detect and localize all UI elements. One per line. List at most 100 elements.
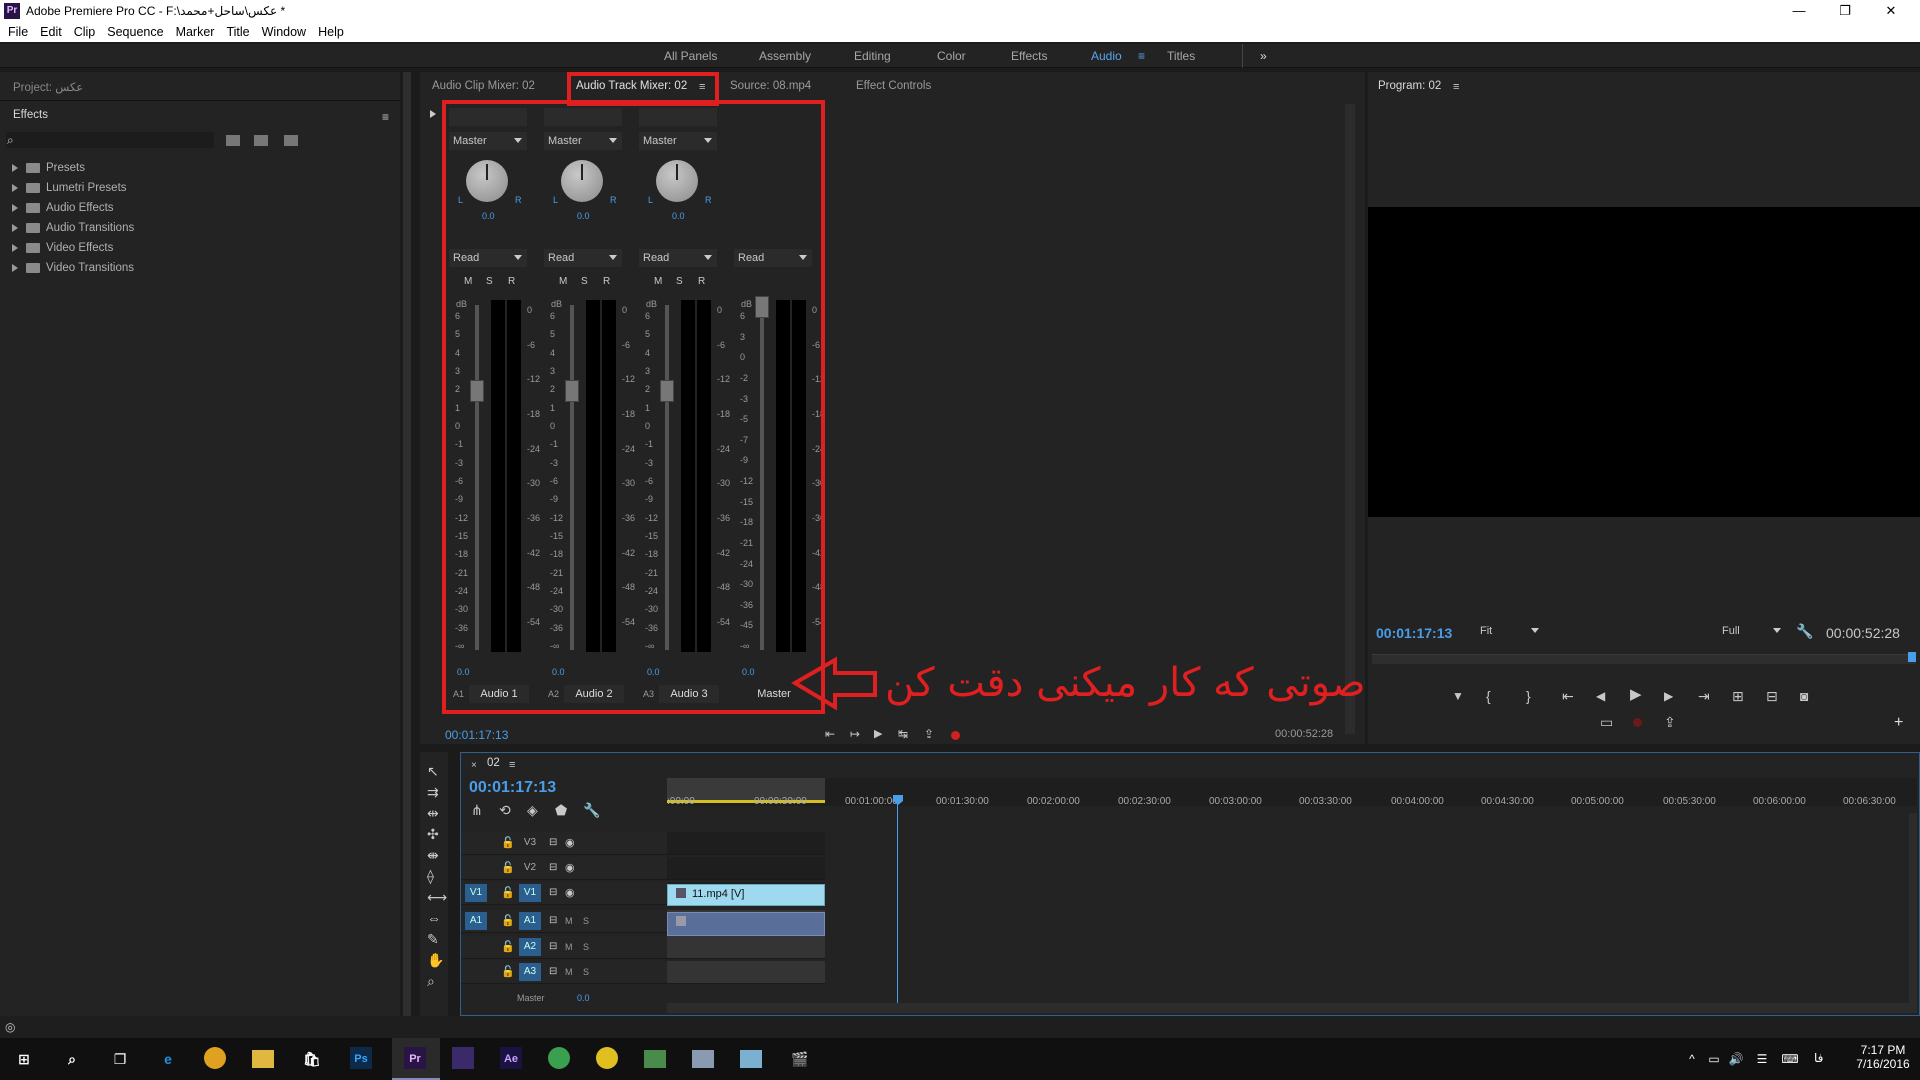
lock-icon[interactable]: 🔓 xyxy=(501,836,515,850)
eye-icon[interactable]: ◉ xyxy=(565,886,575,900)
tab-effect-controls[interactable]: Effect Controls xyxy=(856,80,931,92)
solo-button[interactable]: S xyxy=(581,276,588,287)
track-mute-button[interactable]: M xyxy=(565,942,573,952)
program-playhead[interactable] xyxy=(1908,652,1916,662)
sync-lock-icon[interactable]: ⊟ xyxy=(549,886,557,900)
workspace-titles[interactable]: Titles xyxy=(1167,49,1195,63)
app-window-icon[interactable] xyxy=(692,1050,714,1068)
menu-marker[interactable]: Marker xyxy=(170,22,221,42)
volume-fader[interactable] xyxy=(565,380,579,402)
effects-item-audio-effects[interactable]: Audio Effects xyxy=(12,202,114,214)
language-indicator[interactable]: فا xyxy=(1814,1051,1823,1065)
workspace-color[interactable]: Color xyxy=(937,49,966,63)
tab-source[interactable]: Source: 08.mp4 xyxy=(730,80,811,92)
timeline-menu-icon[interactable]: ≡ xyxy=(509,758,515,772)
source-patch-a1[interactable]: A1 xyxy=(465,912,487,930)
notification-icon[interactable]: ☰ xyxy=(1750,1047,1774,1071)
expand-triangle-icon[interactable] xyxy=(12,223,18,232)
eye-icon[interactable]: ◉ xyxy=(565,836,575,850)
play-stop-icon[interactable]: ▶ xyxy=(1630,687,1642,702)
volume-fader[interactable] xyxy=(470,380,484,402)
automation-mode-dropdown[interactable]: Read xyxy=(449,249,527,267)
timeline-horizontal-scrollbar[interactable] xyxy=(667,1003,1917,1013)
menu-edit[interactable]: Edit xyxy=(34,22,68,42)
track-name-field[interactable]: Audio 1 xyxy=(469,685,529,703)
file-explorer-icon[interactable] xyxy=(252,1050,274,1068)
timeline-timecode[interactable]: 00:01:17:13 xyxy=(469,779,556,797)
workspace-assembly[interactable]: Assembly xyxy=(759,49,811,63)
expand-triangle-icon[interactable] xyxy=(12,163,18,172)
snap-icon[interactable]: ⋔ xyxy=(471,803,483,817)
solo-button[interactable]: S xyxy=(676,276,683,287)
program-menu-icon[interactable]: ≡ xyxy=(1453,80,1459,94)
wrench-icon[interactable]: 🔧 xyxy=(1796,624,1813,638)
app-globe-icon[interactable] xyxy=(548,1047,570,1069)
empty-send-dropdown[interactable] xyxy=(544,108,622,126)
add-marker-timeline-icon[interactable]: ◈ xyxy=(527,803,538,817)
rate-stretch-tool-icon[interactable]: ⇼ xyxy=(427,848,439,862)
menu-window[interactable]: Window xyxy=(256,22,312,42)
volume-value[interactable]: 0.0 xyxy=(742,667,755,677)
marker-icon[interactable]: ⬟ xyxy=(555,803,567,817)
program-tab[interactable]: Program: 02 xyxy=(1378,80,1441,92)
track-target[interactable]: A1 xyxy=(519,912,541,930)
mixer-current-timecode[interactable]: 00:01:17:13 xyxy=(445,728,508,742)
effects-tab[interactable]: Effects xyxy=(13,109,48,121)
menu-help[interactable]: Help xyxy=(312,22,350,42)
extract-icon[interactable]: ⇪ xyxy=(1664,715,1676,729)
tab-menu-icon[interactable]: ≡ xyxy=(699,80,705,94)
linked-selection-icon[interactable]: ⟲ xyxy=(499,803,511,817)
go-to-in-icon[interactable]: ⇤ xyxy=(825,727,835,741)
app-ball-icon[interactable] xyxy=(596,1047,618,1069)
timeline-settings-wrench-icon[interactable]: 🔧 xyxy=(583,803,600,817)
pan-value[interactable]: 0.0 xyxy=(577,211,590,221)
volume-value[interactable]: 0.0 xyxy=(647,667,660,677)
add-marker-icon[interactable]: ▼ xyxy=(1452,689,1464,703)
store-icon[interactable]: 🛍 xyxy=(300,1047,324,1071)
track-mute-button[interactable]: M xyxy=(565,916,573,926)
mute-button[interactable]: M xyxy=(559,276,567,287)
loop-icon[interactable]: ↹ xyxy=(898,727,908,741)
export-frame-camera-icon[interactable]: ◙ xyxy=(1800,689,1808,703)
restore-button[interactable]: ❐ xyxy=(1822,1,1868,21)
task-view-icon[interactable]: ❐ xyxy=(108,1047,132,1071)
volume-fader[interactable] xyxy=(660,380,674,402)
app-image-icon[interactable] xyxy=(644,1050,666,1068)
pen-tool-icon[interactable]: ✎ xyxy=(427,932,439,946)
workspace-menu-icon[interactable]: ≡ xyxy=(1138,49,1145,63)
rolling-edit-tool-icon[interactable]: ✣ xyxy=(427,827,439,841)
status-icon[interactable]: ◎ xyxy=(5,1020,15,1034)
program-current-timecode[interactable]: 00:01:17:13 xyxy=(1376,625,1452,641)
track-lane[interactable] xyxy=(667,857,825,880)
empty-send-dropdown[interactable] xyxy=(449,108,527,126)
track-lane[interactable] xyxy=(667,936,825,959)
sync-lock-icon[interactable]: ⊟ xyxy=(549,836,557,850)
go-to-out-point-icon[interactable]: ⇥ xyxy=(1698,689,1710,703)
record-enable-button[interactable]: R xyxy=(508,276,515,287)
program-time-ruler[interactable] xyxy=(1372,654,1916,664)
menu-clip[interactable]: Clip xyxy=(68,22,102,42)
mixer-scrollbar[interactable] xyxy=(1345,104,1355,734)
sync-lock-icon[interactable]: ⊟ xyxy=(549,861,557,875)
master-track-value[interactable]: 0.0 xyxy=(577,993,590,1003)
output-dropdown[interactable]: Master xyxy=(544,132,622,150)
edge-icon[interactable]: e xyxy=(156,1047,180,1071)
after-effects-icon[interactable]: Ae xyxy=(500,1047,522,1069)
app-tool-icon[interactable] xyxy=(740,1050,762,1068)
zoom-tool-icon[interactable]: ⌕ xyxy=(427,974,435,988)
menu-title[interactable]: Title xyxy=(220,22,255,42)
clock[interactable]: 7:17 PM 7/16/2016 xyxy=(1853,1043,1913,1071)
sync-lock-icon[interactable]: ⊟ xyxy=(549,914,557,928)
track-name-field[interactable]: Audio 2 xyxy=(564,685,624,703)
fit-dropdown[interactable]: Fit xyxy=(1476,622,1544,640)
track-target[interactable]: V2 xyxy=(519,859,541,877)
effects-item-presets[interactable]: Presets xyxy=(12,162,85,174)
program-video-frame[interactable] xyxy=(1368,207,1920,517)
chrome-icon[interactable] xyxy=(204,1047,226,1069)
panel-scrollbar[interactable] xyxy=(403,72,411,1016)
track-solo-button[interactable]: S xyxy=(583,942,589,952)
app-clapper-icon[interactable]: 🎬 xyxy=(788,1047,812,1071)
volume-value[interactable]: 0.0 xyxy=(457,667,470,677)
lock-icon[interactable]: 🔓 xyxy=(501,861,515,875)
hand-tool-icon[interactable]: ✋ xyxy=(427,953,444,967)
